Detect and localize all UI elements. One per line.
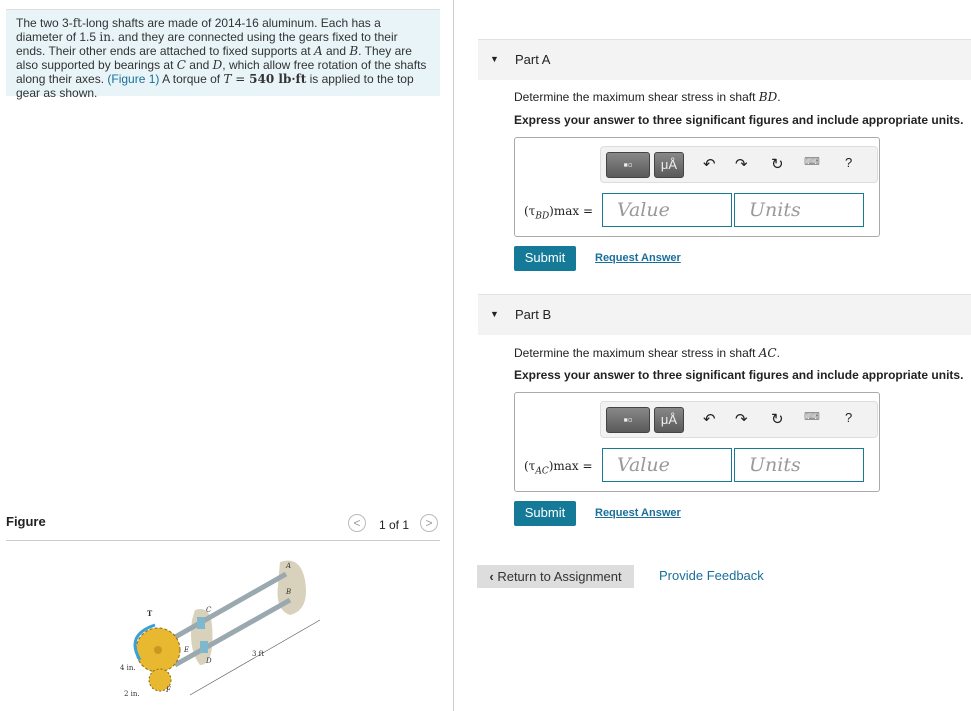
label-f: F [165,686,172,694]
torque-value: 540 lb·ft [249,72,307,86]
label-r1: 4 in. [120,664,136,672]
collapse-triangle-icon: ▼ [490,309,499,319]
label-d: D [205,657,212,665]
unit: in. [99,30,115,44]
pane-divider[interactable] [453,0,454,711]
problem-statement: The two 3-ft-long shafts are made of 201… [6,9,440,100]
text: Determine the maximum shear stress in sh… [514,90,759,104]
bearing-d [200,641,208,653]
return-to-assignment-button[interactable]: ‹ Return to Assignment [477,565,634,588]
label-t: T [147,609,153,618]
label-length: 3 ft [252,650,264,658]
subscript: AC [535,466,549,477]
part-label: Part A [515,52,551,67]
var: B [349,44,359,58]
text: = [231,72,250,86]
redo-icon[interactable]: ↷ [735,410,748,428]
value-input[interactable]: Value [602,193,732,227]
question-text: Determine the maximum shear stress in sh… [514,346,780,360]
help-button[interactable]: ? [845,410,852,425]
answer-label: (τBD)max = [524,204,593,221]
label-r2: 2 in. [124,690,140,698]
var: A [313,44,323,58]
tau: (τ [524,204,536,218]
keyboard-icon[interactable]: ⌨ [804,410,820,423]
bearing-c [197,617,205,629]
shaft-name: BD [758,90,778,104]
templates-icon[interactable]: ▪▫ [606,152,650,178]
text: )max = [548,459,593,473]
figure-image: T A B C D E F 3 ft 4 in. 2 in. [120,560,321,698]
button-label: Return to Assignment [497,569,622,584]
text: and [185,58,213,72]
shaft-name: AC [758,346,777,360]
part-a-header[interactable]: ▼ Part A [478,39,971,80]
instructions: Express your answer to three significant… [514,113,964,127]
undo-icon[interactable]: ↶ [703,410,716,428]
answer-label: (τAC)max = [524,459,593,476]
help-button[interactable]: ? [845,155,852,170]
var: C [176,58,186,72]
figure-pager: 1 of 1 [379,518,410,532]
label-e: E [183,646,189,654]
math-toolbar: ▪▫ μÅ ↶ ↷ ↻ ⌨ ? [600,146,878,183]
keyboard-icon[interactable]: ⌨ [804,155,820,168]
text: . [776,346,780,360]
text: Determine the maximum shear stress in sh… [514,346,759,360]
text: A torque of [159,72,224,86]
unit: ft [72,16,82,30]
figure-title: Figure [6,514,46,529]
value-input[interactable]: Value [602,448,732,482]
undo-icon[interactable]: ↶ [703,155,716,173]
figure-link[interactable]: (Figure 1) [107,72,159,86]
math-toolbar: ▪▫ μÅ ↶ ↷ ↻ ⌨ ? [600,401,878,438]
redo-icon[interactable]: ↷ [735,155,748,173]
divider [6,540,440,541]
collapse-triangle-icon: ▼ [490,54,499,64]
units-input[interactable]: Units [734,193,864,227]
text: . [777,90,781,104]
label-a: A [285,562,291,570]
question-text: Determine the maximum shear stress in sh… [514,90,781,104]
text: )max = [549,204,594,218]
part-b-header[interactable]: ▼ Part B [478,294,971,335]
instructions: Express your answer to three significant… [514,368,964,382]
var: D [212,58,223,72]
units-button[interactable]: μÅ [654,152,684,178]
tau: (τ [524,459,536,473]
prev-figure-button[interactable]: < [348,514,366,532]
text: and [322,44,350,58]
shaft-ac [168,571,288,643]
label-b: B [285,588,291,596]
templates-icon[interactable]: ▪▫ [606,407,650,433]
request-answer-link[interactable]: Request Answer [595,252,681,264]
units-button[interactable]: μÅ [654,407,684,433]
units-input[interactable]: Units [734,448,864,482]
submit-button[interactable]: Submit [514,501,576,526]
reset-icon[interactable]: ↻ [771,155,784,173]
request-answer-link[interactable]: Request Answer [595,507,681,519]
text: The two 3- [16,16,73,30]
subscript: BD [535,211,550,222]
next-figure-button[interactable]: > [420,514,438,532]
submit-button[interactable]: Submit [514,246,576,271]
provide-feedback-link[interactable]: Provide Feedback [659,568,764,583]
part-label: Part B [515,307,552,322]
reset-icon[interactable]: ↻ [771,410,784,428]
label-c: C [206,606,212,614]
